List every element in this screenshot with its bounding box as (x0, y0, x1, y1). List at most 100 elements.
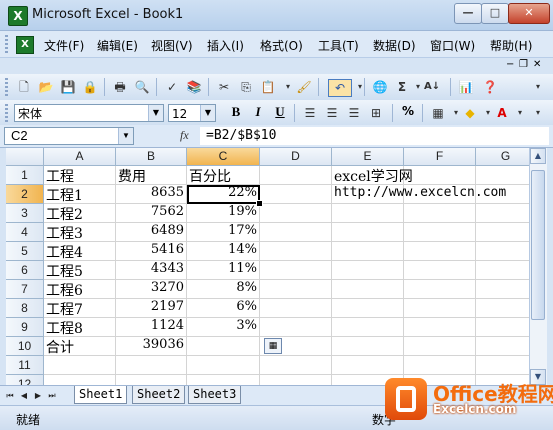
cell-a1[interactable]: 工程 (44, 166, 116, 185)
cell-b3[interactable]: 7562 (116, 204, 187, 223)
row-header-11[interactable]: 11 (6, 356, 44, 375)
column-header-g[interactable]: G (476, 148, 529, 166)
open-icon[interactable]: 📂 (38, 79, 54, 95)
row-header-6[interactable]: 6 (6, 261, 44, 280)
cell-c1[interactable]: 百分比 (187, 166, 260, 185)
tab-sheet3[interactable]: Sheet3 (188, 386, 242, 404)
cell-b4[interactable]: 6489 (116, 223, 187, 242)
cut-icon[interactable]: ✂ (216, 79, 232, 95)
cell-a2[interactable]: 工程1 (44, 185, 116, 204)
column-header-d[interactable]: D (260, 148, 332, 166)
undo-icon[interactable]: ↶ (328, 79, 352, 97)
cell-g2[interactable] (476, 185, 529, 204)
cell-e4[interactable] (332, 223, 404, 242)
row-header-1[interactable]: 1 (6, 166, 44, 185)
cell-g9[interactable] (476, 318, 529, 337)
cell-f3[interactable] (404, 204, 476, 223)
cell-f2[interactable] (404, 185, 476, 204)
font-size-select[interactable]: 12 ▼ (168, 104, 216, 122)
cell-a4[interactable]: 工程3 (44, 223, 116, 242)
menu-insert[interactable]: 插入(I) (207, 37, 244, 54)
cell-f10[interactable] (404, 337, 476, 356)
cell-d9[interactable] (260, 318, 332, 337)
menu-data[interactable]: 数据(D) (373, 37, 416, 54)
percent-button[interactable]: % (398, 104, 418, 122)
cell-b7[interactable]: 3270 (116, 280, 187, 299)
select-all-corner[interactable] (6, 148, 44, 166)
cell-c9[interactable]: 3% (187, 318, 260, 337)
cell-g7[interactable] (476, 280, 529, 299)
menu-window[interactable]: 窗口(W) (430, 37, 475, 54)
menu-grip[interactable] (5, 35, 8, 53)
cell-b10[interactable]: 39036 (116, 337, 187, 356)
cell-e5[interactable] (332, 242, 404, 261)
next-sheet-icon[interactable]: ▶ (32, 389, 44, 403)
cell-e8[interactable] (332, 299, 404, 318)
cell-d12[interactable] (260, 375, 332, 385)
cell-c3[interactable]: 19% (187, 204, 260, 223)
cell-b2[interactable]: 8635 (116, 185, 187, 204)
font-select[interactable]: 宋体 ▼ (14, 104, 164, 122)
cell-d11[interactable] (260, 356, 332, 375)
close-button[interactable]: ✕ (508, 3, 550, 24)
doc-minimize-icon[interactable]: − (506, 59, 514, 70)
cell-b11[interactable] (116, 356, 187, 375)
toolbar-options-icon[interactable]: ▾ (530, 105, 546, 121)
cell-b6[interactable]: 4343 (116, 261, 187, 280)
cell-a12[interactable] (44, 375, 116, 385)
row-header-8[interactable]: 8 (6, 299, 44, 318)
cell-a5[interactable]: 工程4 (44, 242, 116, 261)
new-icon[interactable]: 🗋 (16, 79, 32, 95)
doc-close-icon[interactable]: ✕ (533, 59, 541, 70)
column-header-c[interactable]: C (187, 148, 260, 166)
permission-icon[interactable]: 🔒 (82, 79, 98, 95)
cell-d8[interactable] (260, 299, 332, 318)
prev-sheet-icon[interactable]: ◀ (18, 389, 30, 403)
cell-g4[interactable] (476, 223, 529, 242)
scroll-thumb[interactable] (531, 170, 545, 320)
cell-d1[interactable] (260, 166, 332, 185)
cell-g5[interactable] (476, 242, 529, 261)
cell-b5[interactable]: 5416 (116, 242, 187, 261)
cell-c11[interactable] (187, 356, 260, 375)
align-right-icon[interactable]: ☰ (346, 105, 362, 121)
font-color-dropdown-icon[interactable]: ▾ (512, 105, 528, 121)
cell-e7[interactable] (332, 280, 404, 299)
paste-icon[interactable]: 📋 (260, 79, 276, 95)
cell-g8[interactable] (476, 299, 529, 318)
row-header-7[interactable]: 7 (6, 280, 44, 299)
row-header-9[interactable]: 9 (6, 318, 44, 337)
row-header-5[interactable]: 5 (6, 242, 44, 261)
last-sheet-icon[interactable]: ⏭ (46, 389, 58, 403)
first-sheet-icon[interactable]: ⏮ (4, 389, 16, 403)
tab-sheet1[interactable]: Sheet1 (74, 386, 128, 404)
column-header-a[interactable]: A (44, 148, 116, 166)
print-icon[interactable]: 🖶 (112, 79, 128, 95)
cell-g6[interactable] (476, 261, 529, 280)
cell-a11[interactable] (44, 356, 116, 375)
cell-a7[interactable]: 工程6 (44, 280, 116, 299)
row-header-10[interactable]: 10 (6, 337, 44, 356)
tab-sheet2[interactable]: Sheet2 (132, 386, 186, 404)
toolbar-options-icon[interactable]: ▾ (530, 79, 546, 95)
fill-handle[interactable] (256, 200, 263, 207)
cell-g1[interactable] (476, 166, 529, 185)
format-painter-icon[interactable]: 🖌 (296, 79, 312, 95)
cell-c10[interactable] (187, 337, 260, 356)
print-preview-icon[interactable]: 🔍 (134, 79, 150, 95)
cell-g10[interactable] (476, 337, 529, 356)
cell-f5[interactable] (404, 242, 476, 261)
menu-help[interactable]: 帮助(H) (490, 37, 532, 54)
row-header-4[interactable]: 4 (6, 223, 44, 242)
cell-a3[interactable]: 工程2 (44, 204, 116, 223)
doc-restore-icon[interactable]: ❐ (519, 59, 528, 70)
cell-a10[interactable]: 合计 (44, 337, 116, 356)
column-header-b[interactable]: B (116, 148, 187, 166)
align-center-icon[interactable]: ☰ (324, 105, 340, 121)
cell-c7[interactable]: 8% (187, 280, 260, 299)
cell-e1[interactable]: excel学习网 (332, 166, 413, 185)
help-icon[interactable]: ❓ (482, 79, 498, 95)
cell-b8[interactable]: 2197 (116, 299, 187, 318)
cell-f9[interactable] (404, 318, 476, 337)
menu-edit[interactable]: 编辑(E) (97, 37, 138, 54)
